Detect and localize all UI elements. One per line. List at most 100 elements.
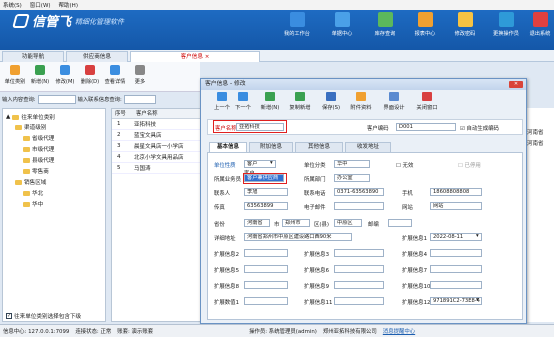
field-input[interactable] — [244, 281, 288, 289]
toolbar-icon — [110, 65, 120, 75]
invalid-checkbox[interactable]: ☐ 无效 — [396, 161, 413, 169]
toolbar-button-4[interactable]: 查看详情 — [104, 64, 126, 90]
chevron-down-icon[interactable]: ▾ — [270, 160, 273, 166]
toolbar-button-3[interactable]: 删除(D) — [79, 64, 101, 90]
dialog-tab-3[interactable]: 收发地址 — [345, 142, 391, 152]
disabled-checkbox[interactable]: ☐ 已停用 — [458, 161, 481, 169]
tree-include-sub[interactable]: ✓ 往来单位类别选择包含下级 — [6, 312, 81, 320]
field-input[interactable]: 0371-63563890 — [334, 188, 384, 196]
toolbar-button-5[interactable]: 更多 — [129, 64, 151, 90]
field-input[interactable] — [334, 202, 384, 210]
field-label: 联系电话 — [304, 191, 326, 197]
field-input[interactable]: 河南省郑州市中原区建设路口西90米 — [244, 233, 352, 241]
toolbar-button-0[interactable]: 单位类别 — [4, 64, 26, 90]
tree-node[interactable]: 市级代理 — [23, 145, 54, 153]
dialog-toolbar-button-2[interactable]: 新增(N) — [255, 91, 285, 113]
field-label: 扩展信息1 — [402, 236, 427, 242]
menu-window[interactable]: 窗口(W) — [30, 1, 51, 9]
chevron-down-icon[interactable]: ▾ — [476, 297, 479, 303]
cell-name: 北京小学文具用品店 — [134, 155, 184, 161]
tree-node[interactable]: 渠道级别 — [15, 123, 46, 131]
table-row[interactable]: 4 北京小学文具用品店 — [112, 152, 200, 163]
connection-status: 连接状态: 正常 — [75, 329, 112, 335]
message-center-link[interactable]: 消息提醒中心 — [383, 327, 415, 335]
table-row[interactable]: 3 晨星文具店一小学店 — [112, 141, 200, 152]
chevron-down-icon[interactable]: ▾ — [476, 233, 479, 239]
folder-icon — [12, 114, 20, 120]
field-input[interactable] — [334, 249, 384, 257]
field-input[interactable]: 中原区 — [334, 219, 362, 227]
content-search-input[interactable] — [37, 94, 76, 104]
field-input[interactable] — [430, 249, 482, 257]
auto-code-checkbox[interactable]: ☑ 自动生成编码 — [460, 124, 499, 132]
folder-icon — [23, 135, 30, 141]
field-input[interactable]: 18608808808 — [430, 188, 482, 196]
field-input[interactable]: 办公室 — [334, 174, 370, 182]
tree-node[interactable]: 零售商 — [23, 167, 49, 175]
field-input[interactable]: 网站 — [430, 202, 482, 210]
dialog-toolbar-button-7[interactable]: 关闭窗口 — [412, 91, 442, 113]
topbar-button-2[interactable]: 库存查询 — [368, 12, 402, 46]
toolbar-button-2[interactable]: 修改(M) — [54, 64, 76, 90]
customer-dialog: 客户信息 - 修改 ✕ 上一个 下一个 新增(N) 复制新增 保存(S) 附件资料 界面设计关… — [200, 78, 527, 324]
field-label: 传真 — [214, 205, 225, 211]
table-row[interactable]: 1 亚拓科技 — [112, 119, 200, 130]
field-input[interactable] — [244, 249, 288, 257]
field-input[interactable]: 971891C2-73E8-4 — [430, 297, 482, 305]
topbar-button-6[interactable]: 退出系统 — [523, 12, 554, 46]
tree-node[interactable]: 销售区域 — [15, 178, 46, 186]
tree-node[interactable]: 县级代理 — [23, 156, 54, 164]
topbar-label: 单据中心 — [331, 31, 353, 37]
cell-index: 1 — [117, 121, 121, 127]
menu-help[interactable]: 帮助(H) — [59, 1, 78, 9]
field-input[interactable]: 河南省 — [244, 219, 270, 227]
tab-supplier[interactable]: 供应商信息 — [66, 51, 128, 62]
menu-system[interactable]: 系统(S) — [3, 1, 22, 9]
field-label: 扩展信息3 — [304, 252, 329, 258]
grid-right-partial: 河南省 河南省 — [524, 108, 554, 322]
topbar-icon — [334, 12, 350, 27]
tree-node[interactable]: 华北 — [23, 189, 43, 197]
field-input[interactable] — [430, 281, 482, 289]
tab-nav[interactable]: 功能导航 — [2, 51, 64, 62]
toolbar-button-1[interactable]: 新增(N) — [29, 64, 51, 90]
tree-node[interactable]: 华中 — [23, 200, 43, 208]
topbar-button-3[interactable]: 报表中心 — [408, 12, 442, 46]
cell-name: 马国涛 — [134, 166, 151, 172]
topbar-button-4[interactable]: 修改密码 — [448, 12, 482, 46]
field-input[interactable] — [244, 265, 288, 273]
dialog-toolbar-button-1[interactable]: 下一个 — [228, 91, 258, 113]
dialog-toolbar-button-3[interactable]: 复制新增 — [285, 91, 315, 113]
field-input[interactable] — [388, 219, 412, 227]
tab-label: 功能导航 — [21, 54, 45, 60]
dialog-tab-0[interactable]: 基本信息 — [209, 142, 247, 152]
field-input[interactable]: 李旭 — [244, 188, 288, 196]
tab-customer[interactable]: 客户信息 × — [130, 51, 260, 62]
close-icon[interactable]: ✕ — [509, 81, 523, 88]
tree-root[interactable]: ▲ 往来单位类别 — [6, 113, 55, 121]
field-input[interactable]: 2022-08-11 — [430, 233, 482, 241]
field-input[interactable] — [334, 265, 384, 273]
table-row[interactable]: 5 马国涛 — [112, 163, 200, 174]
field-input[interactable] — [334, 297, 384, 305]
topbar-button-5[interactable]: 更换操作员 — [489, 12, 523, 46]
field-input[interactable]: 郑州市 — [282, 219, 310, 227]
field-input[interactable] — [334, 281, 384, 289]
field-label: 扩展信息6 — [304, 268, 329, 274]
dialog-toolbar-button-6[interactable]: 界面设计 — [379, 91, 409, 113]
dialog-tab-2[interactable]: 其他信息 — [295, 142, 343, 152]
topbar-button-0[interactable]: 我的工作台 — [280, 12, 314, 46]
dialog-toolbar-button-4[interactable]: 保存(S) — [316, 91, 346, 113]
field-input[interactable]: 63563899 — [244, 202, 288, 210]
table-row[interactable]: 2 蓝宝文具店 — [112, 130, 200, 141]
contact-search-input[interactable] — [123, 94, 156, 104]
customer-code-input[interactable]: D001 — [396, 123, 456, 131]
dialog-tab-1[interactable]: 附加信息 — [249, 142, 293, 152]
field-input[interactable] — [244, 297, 288, 305]
field-input[interactable] — [430, 265, 482, 273]
field-input[interactable]: 华中 — [334, 160, 370, 168]
field-label: 联系人 — [214, 191, 231, 197]
tree-node[interactable]: 省级代理 — [23, 134, 54, 142]
dialog-toolbar-button-5[interactable]: 附件资料 — [346, 91, 376, 113]
topbar-button-1[interactable]: 单据中心 — [325, 12, 359, 46]
